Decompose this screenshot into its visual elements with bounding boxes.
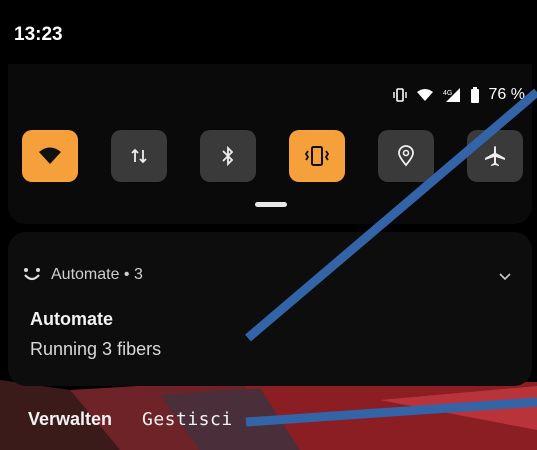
battery-percent: 76 % (488, 86, 525, 103)
location-icon (398, 145, 414, 167)
vibrate-icon (392, 87, 407, 103)
vibrate-tile[interactable] (289, 130, 345, 182)
bluetooth-tile[interactable] (200, 130, 256, 182)
bluetooth-icon (222, 145, 234, 167)
battery-icon (470, 87, 480, 103)
expand-chevron-icon[interactable] (499, 268, 511, 286)
notification-text: Running 3 fibers (30, 339, 162, 359)
airplane-icon (485, 146, 505, 166)
wifi-icon (416, 88, 434, 102)
vibrate-icon (304, 146, 330, 166)
notification-header: Automate • 3 (22, 266, 143, 284)
data-arrows-icon (131, 148, 147, 164)
wifi-tile[interactable] (22, 130, 78, 182)
airplane-tile[interactable] (467, 130, 523, 182)
location-tile[interactable] (378, 130, 434, 182)
panel-drag-handle[interactable] (255, 202, 287, 207)
manage-button-alt[interactable]: Gestisci (142, 409, 233, 430)
notification-app-name: Automate • 3 (51, 266, 143, 283)
quick-settings-tiles (22, 130, 523, 182)
wifi-icon (39, 147, 61, 164)
signal-4g-icon: 4G (443, 87, 461, 103)
status-time: 13:23 (14, 24, 63, 45)
notification-title: Automate (30, 309, 114, 329)
svg-text:4G: 4G (443, 90, 452, 97)
mobile-data-tile[interactable] (111, 130, 167, 182)
manage-button[interactable]: Verwalten (28, 409, 112, 430)
automate-smile-icon (24, 268, 40, 281)
status-icons: 4G 76 % (392, 86, 525, 104)
